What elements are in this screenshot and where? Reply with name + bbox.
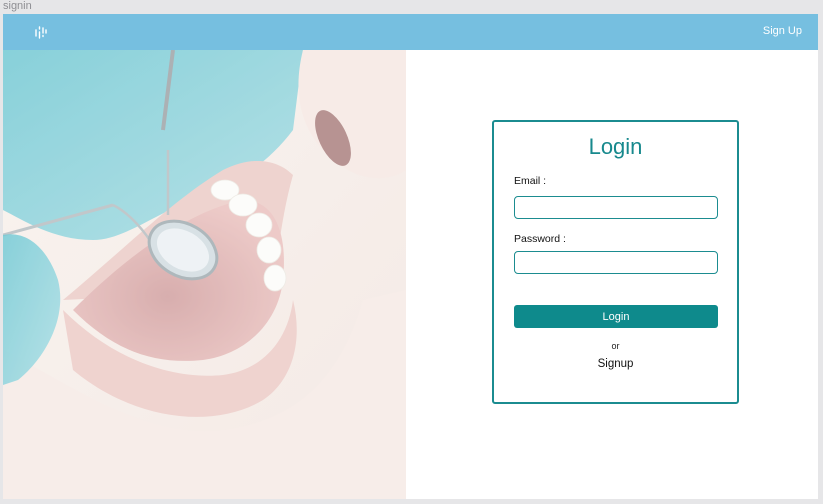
app-window: Sign Up Login Email: Password: Login o… <box>3 14 818 499</box>
login-button[interactable]: Login <box>514 305 718 328</box>
password-label: Password : <box>514 233 566 245</box>
login-pane: Login Email : Password : Login or Signup <box>406 50 818 499</box>
password-input[interactable] <box>514 251 718 274</box>
brand-logo-icon[interactable] <box>33 24 49 40</box>
login-card: Login Email : Password : Login or Signup <box>492 120 739 404</box>
artboard-label: signin <box>3 0 32 12</box>
top-navbar: Sign Up <box>3 14 818 50</box>
email-label: Email : <box>514 175 547 187</box>
dental-photo <box>3 50 406 499</box>
login-title: Login <box>588 134 643 159</box>
hero-dental-image <box>3 50 406 499</box>
email-input[interactable] <box>514 196 718 219</box>
nav-signup-link[interactable]: Sign Up <box>763 25 802 37</box>
signup-link[interactable]: Signup <box>494 358 737 370</box>
or-divider-text: or <box>611 341 620 351</box>
